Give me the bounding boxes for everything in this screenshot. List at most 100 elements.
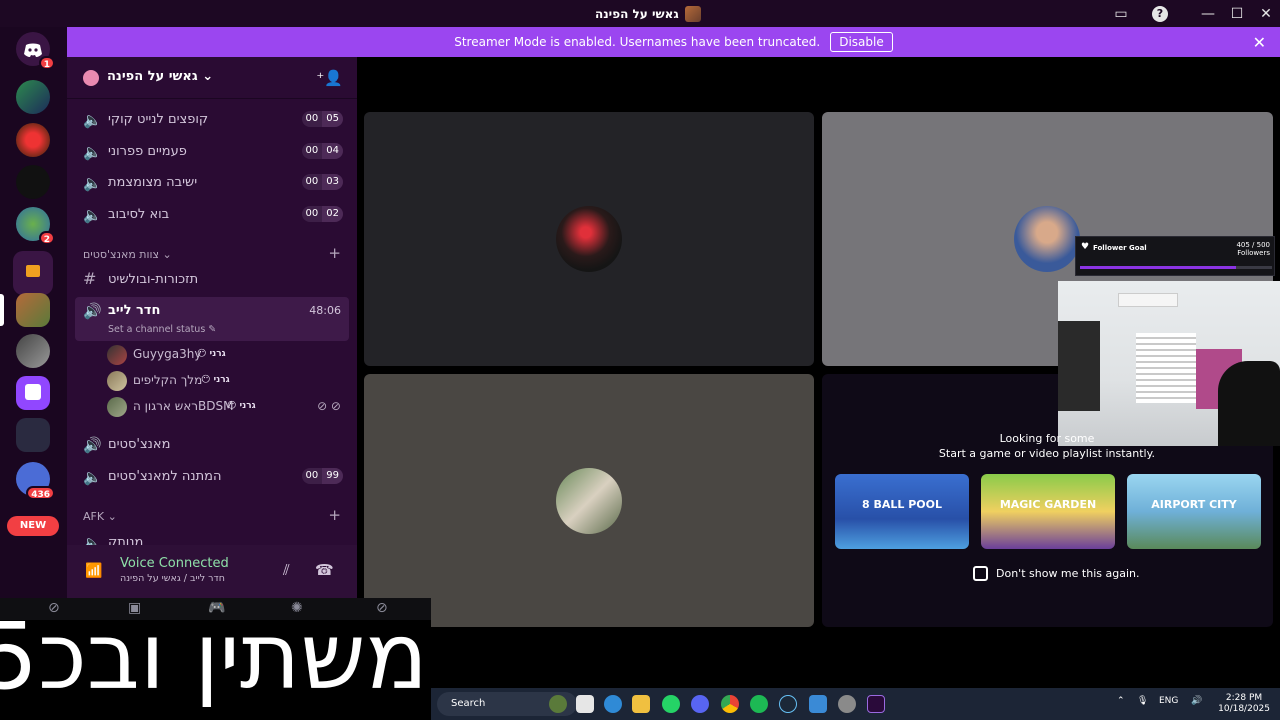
search-highlight-icon — [549, 695, 567, 713]
spotify-icon[interactable] — [750, 695, 768, 713]
voice-channel-managers[interactable]: 🔊 מאנצ'סטים — [75, 431, 349, 459]
server-icon-1[interactable] — [16, 80, 50, 114]
window-title-text: גאשי על הפינה — [595, 6, 679, 21]
disable-button[interactable]: Disable — [830, 32, 893, 52]
minimize-icon[interactable]: — — [1198, 4, 1218, 24]
premiere-icon[interactable] — [867, 695, 885, 713]
user-tag-text: גרני — [239, 401, 256, 411]
video-tile-1[interactable] — [364, 112, 814, 366]
search-placeholder: Search — [451, 698, 486, 709]
streamer-mode-banner: Streamer Mode is enabled. Usernames have… — [67, 27, 1280, 57]
voice-channel-4[interactable]: 🔈 בוא לסיבוב 00 02 — [75, 201, 349, 229]
help-icon[interactable]: ? — [1152, 6, 1168, 22]
twitch-icon[interactable] — [16, 376, 50, 410]
server-icon-2[interactable] — [16, 123, 50, 157]
channel-name: קופצים לנייט קוקי — [108, 112, 209, 127]
noise-suppression-icon[interactable]: ⫽ — [283, 561, 290, 579]
dont-show-label: Don't show me this again. — [996, 566, 1140, 580]
notepad-icon[interactable] — [809, 695, 827, 713]
caption-text: משתין ובכ5 — [0, 603, 428, 710]
voice-channel-3[interactable]: 🔈 ישיבה מצומצמת 00 03 — [75, 169, 349, 197]
steam-icon[interactable] — [779, 695, 797, 713]
channel-name: פעמיים פפרוני — [108, 144, 187, 159]
avatar — [1014, 206, 1080, 272]
avatar — [107, 397, 127, 417]
server-thumbnail-icon — [684, 5, 701, 22]
user-tag-text: גרני — [213, 375, 230, 385]
title-bar: גאשי על הפינה ▭ ? — ☐ ✕ — [0, 0, 1280, 27]
game-card-8-ball-pool[interactable]: 8 BALL POOL — [835, 474, 969, 549]
maximize-icon[interactable]: ☐ — [1227, 4, 1247, 24]
dont-show-checkbox[interactable] — [973, 565, 988, 581]
channel-name: תזכורות-ובולשיט — [108, 272, 199, 287]
count-b: 00 — [301, 468, 323, 484]
category-managers[interactable]: צוות מאנצ'סטים ⌄ — [83, 248, 172, 261]
add-member-icon[interactable]: ⁺👤 — [316, 69, 343, 87]
server-name: גאשי על הפינה ⌄ — [107, 69, 214, 84]
live-voice-channel[interactable]: 🔊 חדר לייב 48:06 Set a channel status ✎ — [75, 297, 349, 341]
microphone-icon[interactable]: 🎙 — [1137, 696, 1148, 706]
server-icon-active[interactable] — [16, 293, 50, 327]
voice-user[interactable]: Guyyga3hy 😶 גרני — [107, 343, 349, 367]
count-b: 00 — [301, 111, 323, 127]
channel-status[interactable]: Set a channel status ✎ — [108, 324, 216, 335]
disconnect-icon[interactable]: ☎ — [315, 561, 334, 579]
window-shutter — [1136, 333, 1196, 403]
chrome-icon[interactable] — [721, 695, 739, 713]
signal-icon[interactable]: 📶 — [85, 563, 102, 579]
twitch-clips-icon[interactable] — [16, 418, 50, 452]
taskbar-clock[interactable]: 2:28 PM 10/18/2025 — [1218, 693, 1270, 715]
task-view-icon[interactable] — [576, 695, 594, 713]
speaker-active-icon: 🔊 — [83, 302, 102, 320]
add-channel-icon[interactable]: + — [328, 506, 341, 524]
inbox-icon[interactable]: ▭ — [1111, 4, 1131, 24]
server-badge: 2 — [38, 231, 55, 245]
channel-status-text: Set a channel status — [108, 324, 206, 335]
home-badge: 1 — [38, 56, 55, 70]
poster-wall — [1058, 321, 1100, 411]
folder-icon[interactable] — [13, 251, 53, 295]
channel-name: המתנה למאנצ'סטים — [108, 469, 222, 484]
whatsapp-icon[interactable] — [662, 695, 680, 713]
video-tile-3[interactable] — [364, 374, 814, 627]
dont-show-again[interactable]: Don't show me this again. — [973, 565, 1139, 581]
discord-home-icon[interactable]: 1 — [16, 32, 55, 70]
folder-glyph-icon — [26, 265, 40, 277]
count-a: 99 — [322, 468, 343, 484]
banner-close-icon[interactable]: ✕ — [1253, 33, 1266, 52]
server-icon-6[interactable]: 436 — [16, 462, 55, 500]
voice-channel-waiting[interactable]: 🔈 המתנה למאנצ'סטים 00 99 — [75, 463, 349, 491]
add-channel-icon[interactable]: + — [328, 244, 341, 262]
edge-icon[interactable] — [604, 695, 622, 713]
language-indicator[interactable]: ENG — [1159, 696, 1178, 706]
server-header[interactable]: גאשי על הפינה ⌄ ⁺👤 — [67, 57, 357, 99]
goal-count-value: 405 / 500 — [1236, 241, 1270, 249]
tray-chevron-icon[interactable]: ⌃ — [1117, 696, 1125, 706]
speaker-icon: 🔈 — [83, 174, 102, 192]
new-badge[interactable]: NEW — [7, 516, 59, 536]
obs-icon[interactable] — [838, 695, 856, 713]
count-b: 00 — [301, 143, 323, 159]
voice-channel-path[interactable]: חדר לייב / גאשי על הפינה — [120, 573, 225, 584]
network-volume-icon[interactable]: 🔊 — [1191, 696, 1202, 706]
speaker-icon: 🔊 — [83, 436, 102, 454]
discord-taskbar-icon[interactable] — [691, 695, 709, 713]
close-window-icon[interactable]: ✕ — [1256, 4, 1276, 24]
server-icon-5[interactable] — [16, 334, 50, 368]
windows-taskbar: Search ⌃ 🎙 ENG 🔊 2:28 PM 10/18/2025 — [431, 688, 1280, 720]
count-a: 02 — [322, 206, 343, 222]
speaker-icon: 🔈 — [83, 111, 102, 129]
server-icon-4[interactable]: 2 — [16, 207, 55, 245]
voice-channel-2[interactable]: 🔈 פעמיים פפרוני 00 04 — [75, 138, 349, 166]
game-card-airport-city[interactable]: AIRPORT CITY — [1127, 474, 1261, 549]
file-explorer-icon[interactable] — [632, 695, 650, 713]
text-channel[interactable]: # תזכורות-ובולשיט — [75, 266, 349, 294]
user-tag-text: גרני — [209, 349, 226, 359]
category-afk[interactable]: AFK ⌄ — [83, 510, 117, 523]
game-card-magic-garden[interactable]: MAGIC GARDEN — [981, 474, 1115, 549]
server-icon-3[interactable] — [16, 165, 50, 199]
voice-user[interactable]: ראש ארגון הBDSM 😶 גרני ⊘ ⊘ — [107, 395, 349, 419]
voice-channel-1[interactable]: 🔈 קופצים לנייט קוקי 00 05 — [75, 106, 349, 134]
avatar — [107, 345, 127, 365]
voice-user[interactable]: מלך הקליפים 😶 גרני — [107, 369, 349, 393]
